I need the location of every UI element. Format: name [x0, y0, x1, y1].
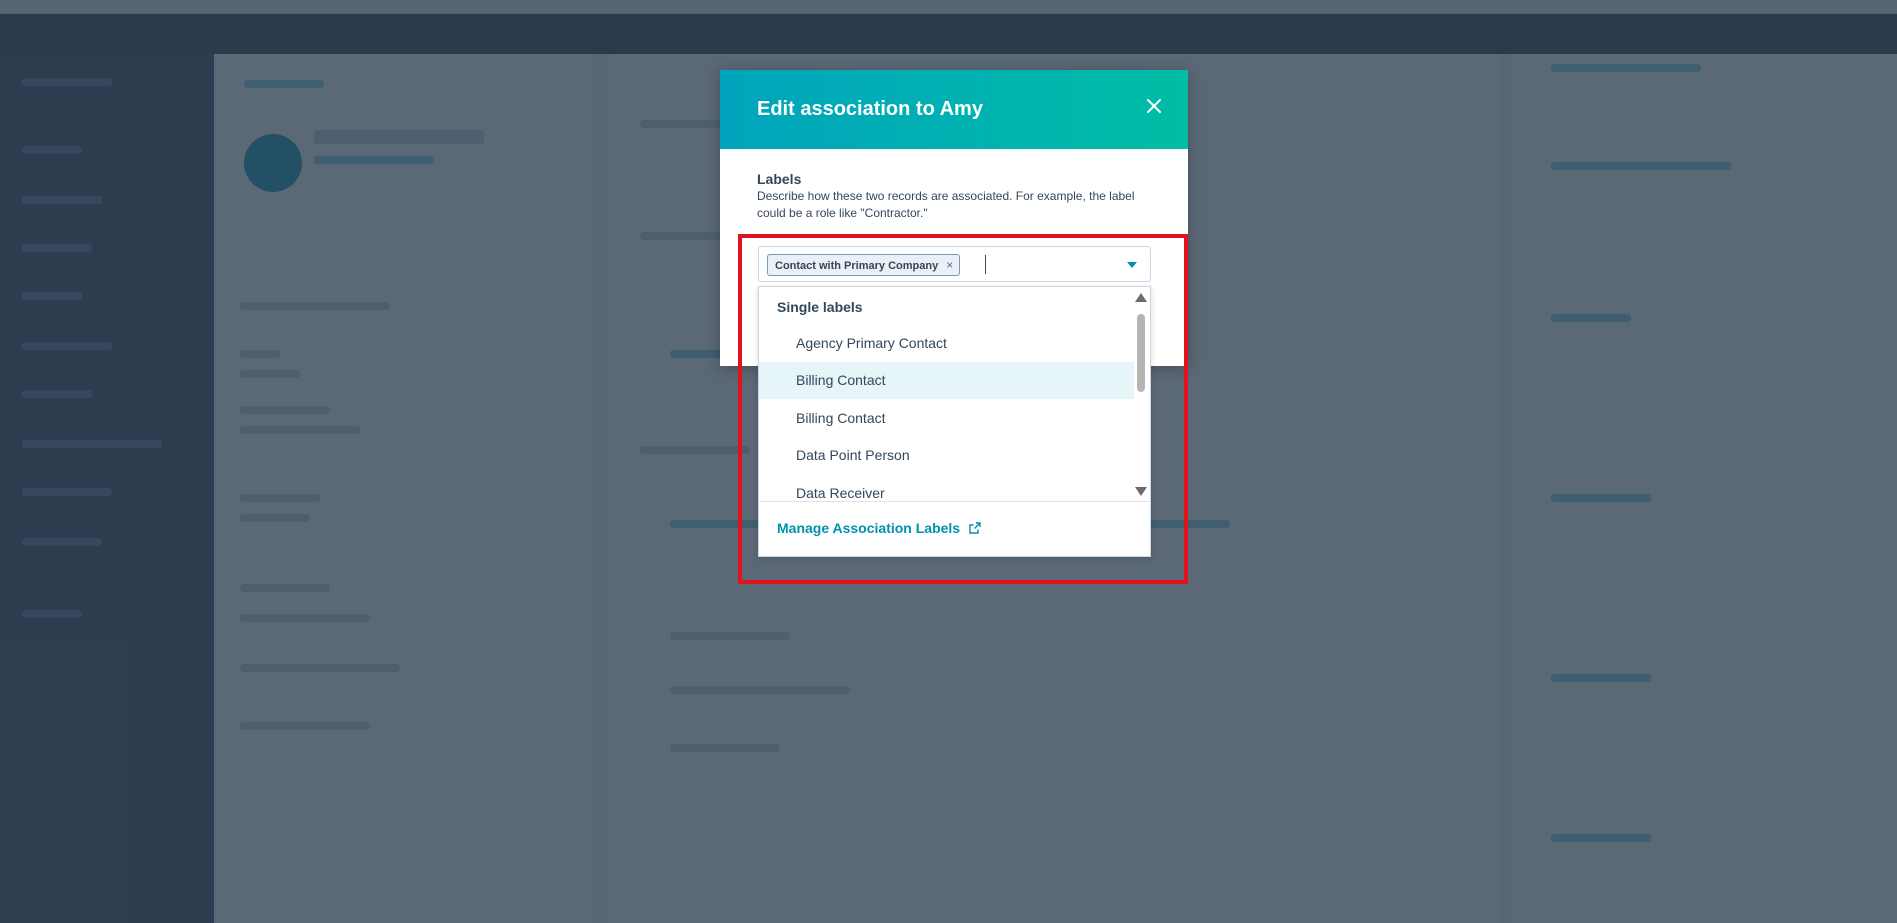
labels-select[interactable]: Contact with Primary Company × — [758, 246, 1151, 282]
option-data-receiver[interactable]: Data Receiver — [759, 475, 1134, 501]
dropdown-footer: Manage Association Labels — [759, 501, 1150, 556]
scroll-down-arrow-icon[interactable] — [1135, 487, 1147, 496]
manage-association-labels-link[interactable]: Manage Association Labels — [777, 520, 981, 536]
text-cursor — [985, 255, 986, 274]
modal-title: Edit association to Amy — [757, 98, 983, 120]
remove-tag-button[interactable]: × — [946, 255, 953, 275]
group-heading-single-labels: Single labels — [777, 299, 863, 315]
external-link-icon — [969, 522, 981, 534]
close-button[interactable] — [1142, 94, 1166, 118]
selected-label-text: Contact with Primary Company — [775, 260, 939, 272]
chevron-down-icon[interactable] — [1127, 262, 1137, 268]
labels-dropdown-menu: Single labels Agency Primary Contact Bil… — [758, 286, 1151, 557]
option-data-point-person[interactable]: Data Point Person — [759, 437, 1134, 474]
labels-heading: Labels — [757, 171, 802, 187]
modal-header: Edit association to Amy — [720, 70, 1188, 149]
option-billing-contact[interactable]: Billing Contact — [759, 362, 1134, 399]
manage-association-labels-text: Manage Association Labels — [777, 520, 961, 536]
selected-label-tag: Contact with Primary Company × — [767, 254, 961, 276]
labels-description: Describe how these two records are assoc… — [757, 189, 1135, 220]
close-icon — [1147, 99, 1161, 113]
dropdown-scrollbar-thumb[interactable] — [1137, 314, 1145, 392]
option-agency-primary-contact[interactable]: Agency Primary Contact — [759, 325, 1134, 362]
scroll-up-arrow-icon[interactable] — [1135, 293, 1147, 302]
option-billing-contact[interactable]: Billing Contact — [759, 400, 1134, 437]
